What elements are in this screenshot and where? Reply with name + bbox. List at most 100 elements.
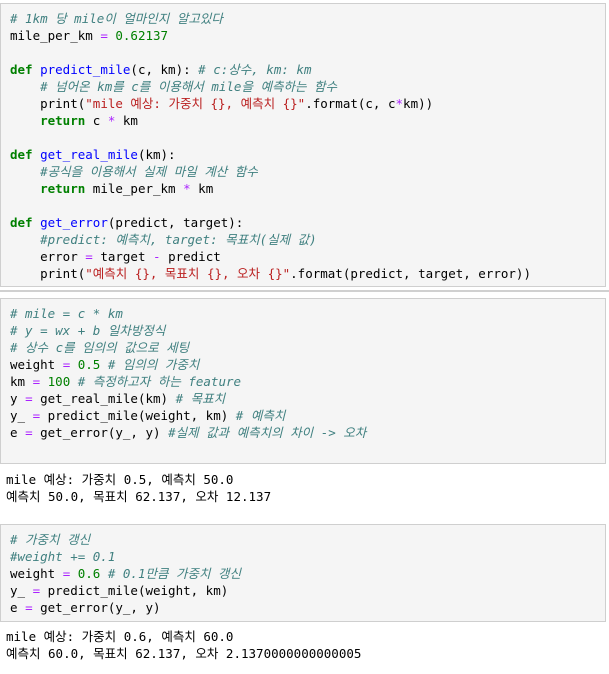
code-token: = xyxy=(25,425,33,440)
code-cell-2[interactable]: # mile = c * km # y = wx + b 일차방정식 # 상수 c를… xyxy=(0,298,606,464)
code-line: return c * km xyxy=(10,112,531,129)
code-token: predict_mile(weight, km) xyxy=(40,583,229,598)
code-line: y_ = predict_mile(weight, km) xyxy=(10,582,241,599)
code-line: weight = 0.6 # 0.1만큼 가중치 갱신 xyxy=(10,565,241,582)
code-token: = xyxy=(32,583,41,598)
code-token: get_real_mile(km) xyxy=(32,391,176,406)
code-editor-1[interactable]: # 1km 당 mile이 얼마인지 알고있다 mile_per_km = 0.6… xyxy=(10,10,531,282)
code-token: # 0.1만큼 가중치 갱신 xyxy=(107,566,242,581)
code-token: = xyxy=(32,374,41,389)
code-cell-3[interactable]: # 가중치 갱신 #weight += 0.1 weight = 0.6 # 0.1… xyxy=(0,524,606,622)
code-token: def xyxy=(10,62,33,77)
code-token: def xyxy=(10,215,33,230)
code-line: # 넘어온 km를 c를 이용해서 mile을 예측하는 함수 xyxy=(10,78,531,95)
output-line: mile 예상: 가중치 0.6, 예측치 60.0 xyxy=(6,629,234,644)
code-line: return mile_per_km * km xyxy=(10,180,531,197)
code-line: print("예측치 {}, 목표치 {}, 오차 {}".format(pre… xyxy=(10,265,531,282)
code-token: print( xyxy=(10,266,86,281)
code-line: # 상수 c를 임의의 값으로 세팅 xyxy=(10,339,366,356)
code-token: "예측치 {}, 목표치 {}, 오차 {}" xyxy=(85,266,291,281)
cell-output-3: mile 예상: 가중치 0.6, 예측치 60.0 예측치 60.0, 목표치 … xyxy=(6,628,361,662)
code-token: e xyxy=(10,425,26,440)
code-token: * xyxy=(183,181,191,196)
code-token: * xyxy=(395,96,404,111)
code-line: # mile = c * km xyxy=(10,305,366,322)
code-line: weight = 0.5 # 임의의 가중치 xyxy=(10,356,366,373)
code-token: # 목표치 xyxy=(175,391,226,406)
code-token: # 넘어온 km를 c를 이용해서 mile을 예측하는 함수 xyxy=(40,79,337,94)
code-token: (c, km): xyxy=(130,62,199,77)
code-token: y_ xyxy=(10,408,33,423)
code-token: = xyxy=(100,28,108,43)
code-token: km xyxy=(115,113,138,128)
code-token: y xyxy=(10,391,26,406)
code-line: # 1km 당 mile이 얼마인지 알고있다 xyxy=(10,10,531,27)
code-line: print("mile 예상: 가중치 {}, 예측치 {}".format(c… xyxy=(10,95,531,112)
code-editor-3[interactable]: # 가중치 갱신 #weight += 0.1 weight = 0.6 # 0.1… xyxy=(10,531,241,616)
code-token: predict xyxy=(160,249,221,264)
code-token: get_error(y_, y) xyxy=(32,425,169,440)
code-token: # 임의의 가중치 xyxy=(107,357,200,372)
code-line: def get_real_mile(km): xyxy=(10,146,531,163)
code-cell-1[interactable]: # 1km 당 mile이 얼마인지 알고있다 mile_per_km = 0.6… xyxy=(0,3,606,287)
code-token: print( xyxy=(10,96,86,111)
code-line: mile_per_km = 0.62137 xyxy=(10,27,531,44)
code-token: def xyxy=(10,147,33,162)
code-token: error xyxy=(10,249,86,264)
code-line: e = get_error(y_, y) #실제 값과 예측치의 차이 -> 오… xyxy=(10,424,366,441)
code-token: # c:상수, km: km xyxy=(198,62,312,77)
code-token: 0.62137 xyxy=(115,28,169,43)
code-token: km)) xyxy=(403,96,434,111)
code-line: def get_error(predict, target): xyxy=(10,214,531,231)
code-token: km xyxy=(10,374,33,389)
code-line: y = get_real_mile(km) # 목표치 xyxy=(10,390,366,407)
code-line: #weight += 0.1 xyxy=(10,548,241,565)
code-line: e = get_error(y_, y) xyxy=(10,599,241,616)
code-token: - xyxy=(153,249,161,264)
code-token: weight xyxy=(10,566,63,581)
code-token: = xyxy=(32,408,41,423)
code-token: # y = wx + b 일차방정식 xyxy=(10,323,166,338)
code-token: #공식을 이용해서 실제 마일 계산 함수 xyxy=(40,164,258,179)
code-token: 0.6 xyxy=(77,566,101,581)
code-token: predict_mile xyxy=(40,62,131,77)
code-line: # 가중치 갱신 xyxy=(10,531,241,548)
code-token: (km): xyxy=(137,147,176,162)
code-token: .format(predict, target, error)) xyxy=(290,266,531,281)
code-line: error = target - predict xyxy=(10,248,531,265)
cell-output-2: mile 예상: 가중치 0.5, 예측치 50.0 예측치 50.0, 목표치 … xyxy=(6,471,271,505)
code-token: # 상수 c를 임의의 값으로 세팅 xyxy=(10,340,190,355)
output-line: 예측치 60.0, 목표치 62.137, 오차 2.1370000000000… xyxy=(6,646,362,661)
code-token: # 측정하고자 하는 feature xyxy=(77,374,242,389)
code-token: # 1km 당 mile이 얼마인지 알고있다 xyxy=(10,11,223,26)
code-line: #predict: 예측치, target: 목표치(실제 값) xyxy=(10,231,531,248)
code-editor-2[interactable]: # mile = c * km # y = wx + b 일차방정식 # 상수 c를… xyxy=(10,305,366,441)
code-token: (predict, target): xyxy=(107,215,244,230)
code-token: return xyxy=(40,181,86,196)
code-token: = xyxy=(25,391,33,406)
code-token: e xyxy=(10,600,26,615)
code-token: get_error xyxy=(40,215,108,230)
code-token: 0.5 xyxy=(77,357,101,372)
code-token: get_error(y_, y) xyxy=(32,600,161,615)
code-token: c xyxy=(85,113,108,128)
code-token: mile_per_km xyxy=(85,181,184,196)
code-line: def predict_mile(c, km): # c:상수, km: km xyxy=(10,61,531,78)
code-token: weight xyxy=(10,357,63,372)
code-token: "mile 예상: 가중치 {}, 예측치 {}" xyxy=(85,96,306,111)
code-token: .format(c, c xyxy=(305,96,396,111)
code-token: # 가중치 갱신 xyxy=(10,532,91,547)
code-token: #weight += 0.1 xyxy=(10,549,116,564)
